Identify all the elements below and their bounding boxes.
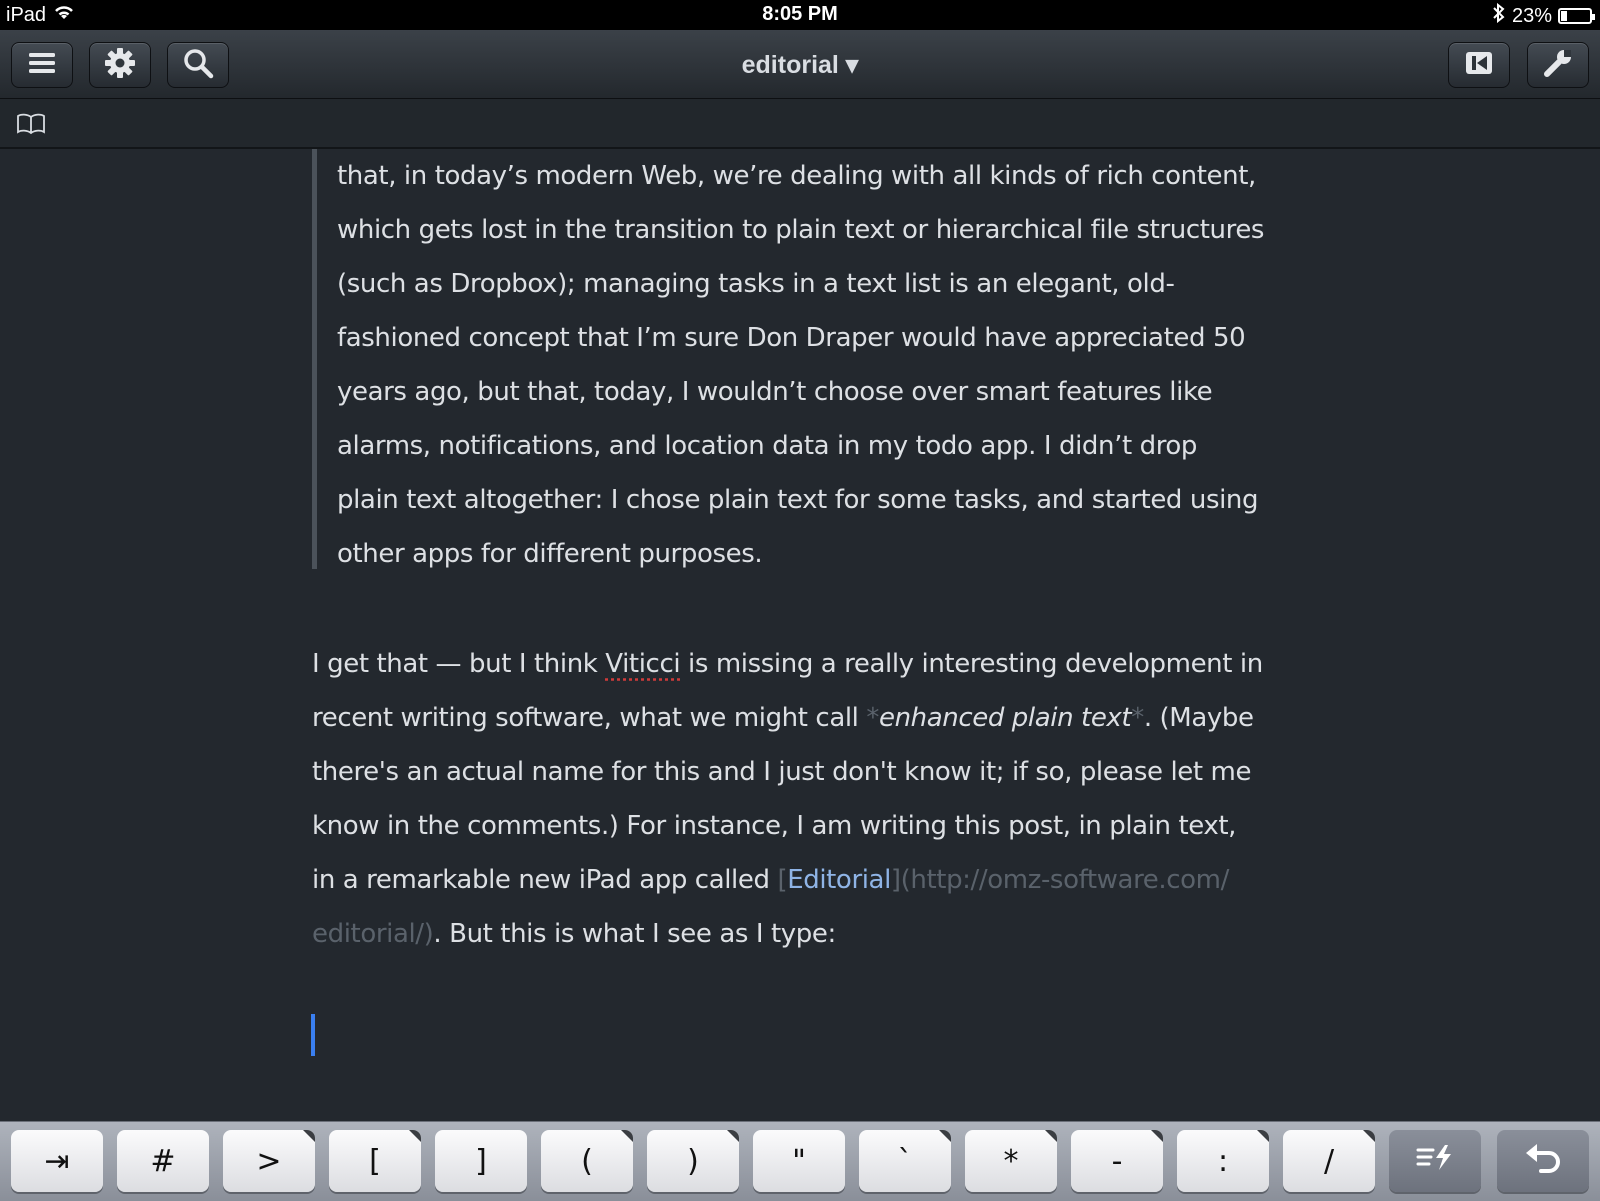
key-colon[interactable]: : [1177,1130,1269,1192]
key-label: / [1324,1144,1334,1179]
quote-line: fashioned concept that I’m sure Don Drap… [337,311,1292,365]
key-label: ( [581,1144,593,1179]
paragraph-line: recent writing software, what we might c… [312,691,1312,745]
link-text[interactable]: Editorial [787,865,891,895]
key-tab[interactable]: ⇥ [11,1130,103,1192]
battery-icon [1558,8,1592,24]
key-corner [727,1130,739,1142]
key-corner [1045,1130,1057,1142]
key-label: " [792,1144,806,1179]
wrench-icon [1542,47,1574,84]
battery-percent: 23% [1512,5,1552,28]
key-label: ` [898,1144,913,1179]
quote-line: (such as Dropbox); managing tasks in a t… [337,257,1292,311]
quote-line: other apps for different purposes. [337,527,1292,581]
key-dash[interactable]: - [1071,1130,1163,1192]
paragraph-line: editorial/). But this is what I see as I… [312,907,1312,961]
key-label: [ [369,1144,381,1179]
key-label: # [150,1144,175,1179]
key-slash[interactable]: / [1283,1130,1375,1192]
misspelled-word[interactable]: Viticci [605,649,680,679]
key-corner [1151,1130,1163,1142]
emphasis-marker: * [1131,703,1144,733]
key-label: * [1004,1144,1019,1179]
clock: 8:05 PM [0,3,1600,26]
battery-nub [1592,14,1595,20]
bluetooth-icon [1492,3,1506,29]
paragraph-line: I get that — but I think Viticci is miss… [312,637,1312,691]
snippets-icon [1415,1142,1455,1180]
key-corner [621,1130,633,1142]
key-label: ) [687,1144,699,1179]
key-label: ⇥ [44,1144,69,1179]
emphasis-text: enhanced plain text [879,703,1131,733]
text-run: recent writing software, what we might c… [312,703,866,733]
skip-back-button[interactable] [1448,42,1510,88]
text-run: . (Maybe [1144,703,1254,733]
keyboard-accessory-row: ⇥ # > [ ] ( ) " ` * - : / [0,1121,1600,1201]
undo-icon [1523,1141,1563,1181]
undo-button[interactable] [1497,1130,1589,1192]
key-label: : [1218,1144,1228,1179]
paragraph-line: there's an actual name for this and I ju… [312,745,1312,799]
key-open-paren[interactable]: ( [541,1130,633,1192]
key-hash[interactable]: # [117,1130,209,1192]
key-greater-than[interactable]: > [223,1130,315,1192]
quote-line: plain text altogether: I chose plain tex… [337,473,1292,527]
text-run: is missing a really interesting developm… [680,649,1263,679]
text-run: I get that — but I think [312,649,605,679]
key-asterisk[interactable]: * [965,1130,1057,1192]
quote-line: that, in today’s modern Web, we’re deali… [337,149,1292,203]
key-corner [303,1130,315,1142]
key-close-paren[interactable]: ) [647,1130,739,1192]
quote-line: years ago, but that, today, I wouldn’t c… [337,365,1292,419]
link-url: editorial/) [312,919,433,949]
key-label: > [256,1144,281,1179]
text-run: in a remarkable new iPad app called [312,865,777,895]
link-bracket: ] [891,865,901,895]
key-corner [409,1130,421,1142]
key-close-bracket[interactable]: ] [435,1130,527,1192]
status-bar: iPad 8:05 PM 23% [0,0,1600,30]
quote-line: which gets lost in the transition to pla… [337,203,1292,257]
text-run: . But this is what I see as I type: [433,919,835,949]
document-title-menu[interactable]: editorial ▾ [0,50,1600,80]
key-corner [1363,1130,1375,1142]
paragraph: I get that — but I think Viticci is miss… [312,637,1312,961]
snippets-button[interactable] [1389,1130,1481,1192]
battery-fill [1561,11,1567,21]
editor-area[interactable]: that, in today’s modern Web, we’re deali… [0,149,1600,1121]
link-url: (http://omz-software.com/ [901,865,1229,895]
quote-line: alarms, notifications, and location data… [337,419,1292,473]
text-cursor [311,1014,315,1056]
key-corner [1257,1130,1269,1142]
preview-toolbar [0,99,1600,149]
emphasis-marker: * [866,703,879,733]
key-backtick[interactable]: ` [859,1130,951,1192]
tools-button[interactable] [1527,42,1589,88]
key-open-bracket[interactable]: [ [329,1130,421,1192]
key-corner [939,1130,951,1142]
blockquote: that, in today’s modern Web, we’re deali… [312,149,1292,569]
link-bracket: [ [777,865,787,895]
key-label: - [1112,1144,1123,1179]
navigation-bar: editorial ▾ [0,30,1600,99]
skip-back-icon [1464,50,1494,81]
paragraph-line: know in the comments.) For instance, I a… [312,799,1312,853]
key-label: ] [475,1144,487,1179]
key-quote[interactable]: " [753,1130,845,1192]
paragraph-line: in a remarkable new iPad app called [Edi… [312,853,1312,907]
status-right: 23% [1492,3,1592,29]
book-icon[interactable] [16,113,46,140]
